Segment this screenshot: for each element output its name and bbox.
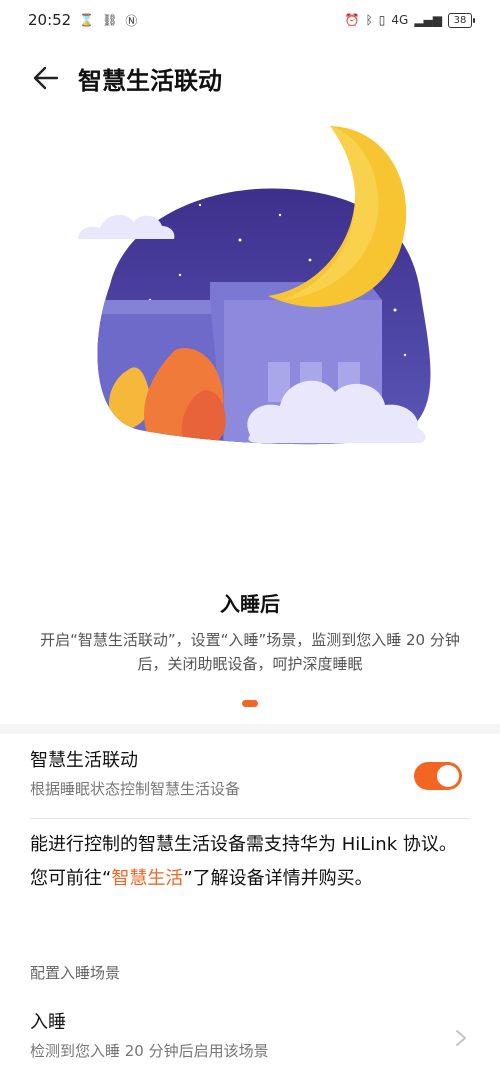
smart-life-link[interactable]: 智慧生活 (111, 868, 183, 889)
alarm-icon: ⏰ (344, 13, 360, 27)
night-scene-image (78, 126, 431, 445)
link-icon: ⛓ (102, 13, 118, 27)
nfc-icon: Ⓝ (125, 13, 138, 28)
chevron-right-icon (456, 1030, 466, 1046)
scene-title: 入睡 (30, 1012, 66, 1033)
section-label: 配置入睡场景 (30, 964, 121, 982)
status-time: 20:52 (28, 11, 72, 29)
divider (30, 818, 470, 819)
status-bar: 20:52 ⌛ ⛓ Ⓝ ⏰ ᛒ ▯ 4G ▂▄▆ 38 (0, 0, 500, 40)
battery-level: 38 (453, 14, 467, 26)
hourglass-icon: ⌛ (79, 13, 95, 27)
smart-life-switch[interactable] (414, 762, 462, 790)
toggle-subtitle: 根据睡眠状态控制智慧生活设备 (30, 780, 241, 798)
arrow-left-icon (33, 66, 59, 90)
info-suffix: ”了解设备详情并购买。 (183, 868, 373, 889)
status-right: ⏰ ᛒ ▯ 4G ▂▄▆ 38 (344, 12, 475, 28)
sleep-illustration (0, 110, 500, 470)
card-title: 入睡后 (220, 592, 280, 616)
network-label: 4G (391, 13, 409, 27)
back-button[interactable] (26, 58, 66, 98)
card-description: 开启“智慧生活联动”，设置“入睡”场景，监测到您入睡 20 分钟后，关闭助眠设备… (40, 631, 460, 673)
status-left: 20:52 ⌛ ⛓ Ⓝ (28, 11, 137, 29)
bluetooth-icon: ᛒ (365, 13, 373, 27)
battery-icon: 38 (448, 12, 475, 28)
page-title: 智慧生活联动 (78, 66, 222, 95)
scene-subtitle: 检测到您入睡 20 分钟后启用该场景 (30, 1042, 269, 1060)
sleep-scene-row[interactable]: 入睡 检测到您入睡 20 分钟后启用该场景 (30, 1008, 470, 1064)
smart-life-toggle-row: 智慧生活联动 根据睡眠状态控制智慧生活设备 (30, 746, 470, 810)
page-indicator (242, 700, 258, 707)
switch-knob (437, 765, 459, 787)
section-divider (0, 724, 500, 734)
title-bar: 智慧生活联动 (0, 52, 500, 104)
hilink-info-text: 能进行控制的智慧生活设备需支持华为 HiLink 协议。您可前往“智慧生活”了解… (30, 828, 470, 896)
toggle-title: 智慧生活联动 (30, 750, 138, 771)
signal-4g-icon: ▂▄▆ (414, 13, 442, 27)
vibrate-icon: ▯ (378, 13, 386, 27)
